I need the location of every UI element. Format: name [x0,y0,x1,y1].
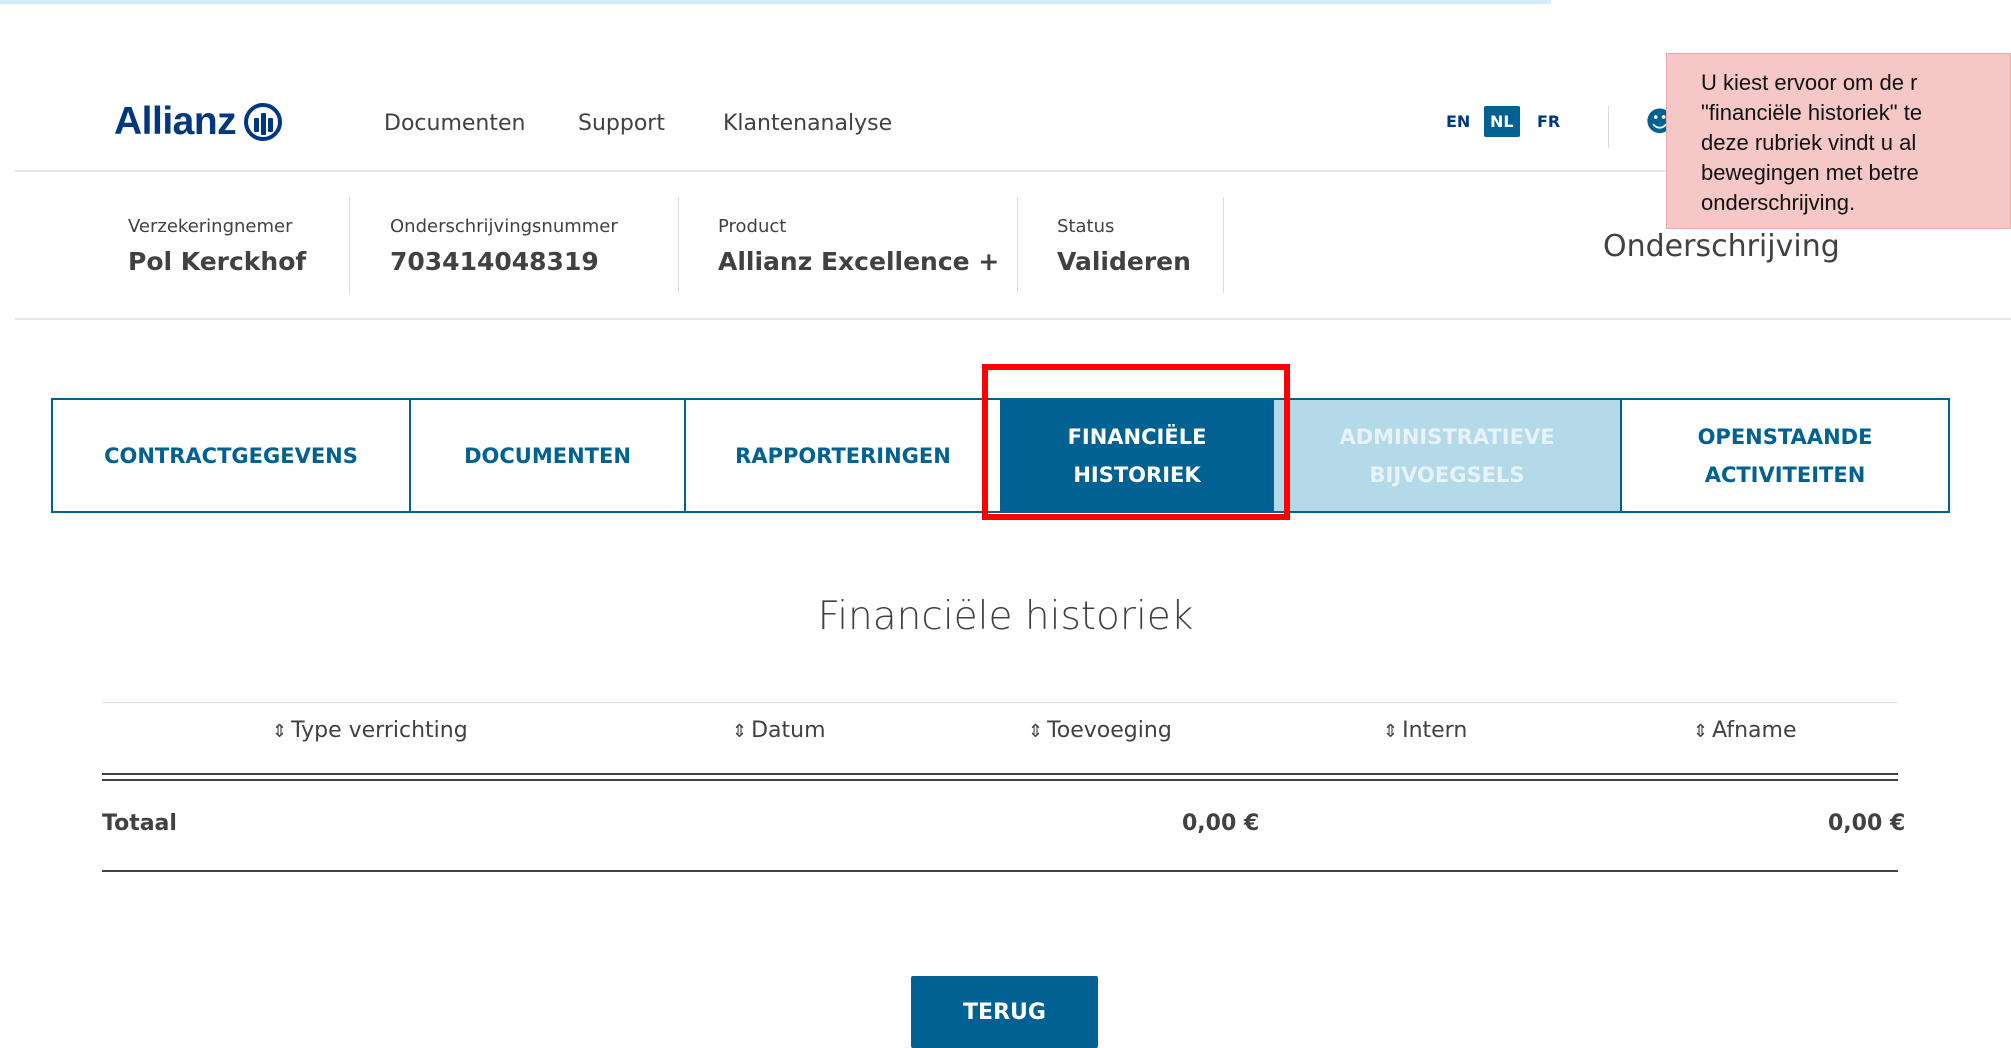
info-divider [678,197,679,293]
lang-nl[interactable]: NL [1484,106,1520,137]
product-label: Product [718,216,787,237]
allianz-logo[interactable]: Allianz [114,100,283,144]
policyholder-label: Verzekeringnemer [128,216,293,237]
status-label: Status [1057,216,1115,237]
table-header-border [102,773,1898,775]
nav-support[interactable]: Support [578,111,665,136]
tab-openstaande-activiteiten[interactable]: OPENSTAANDE ACTIVITEITEN [1622,400,1948,511]
back-button[interactable]: TERUG [911,976,1098,1048]
sort-icon: ⇕ [1383,721,1399,742]
table-header-border [102,779,1898,781]
tab-label: RAPPORTERINGEN [735,443,951,468]
info-divider [1223,197,1224,293]
tab-rapporteringen[interactable]: RAPPORTERINGEN [686,400,1002,511]
info-bottom-divider [15,318,2011,320]
sort-icon: ⇕ [1693,721,1709,742]
column-header-toevoeging[interactable]: ⇕ Toevoeging [1028,718,1172,743]
info-divider [1017,197,1018,293]
nav-documenten[interactable]: Documenten [384,111,525,136]
status-value: Valideren [1057,247,1191,276]
policyholder-value: Pol Kerckhof [128,247,307,276]
section-title: Financiële historiek [817,594,1194,639]
info-divider [349,197,350,293]
sort-icon: ⇕ [1028,721,1044,742]
nav-klantenanalyse[interactable]: Klantenanalyse [723,111,892,136]
column-header-afname[interactable]: ⇕ Afname [1693,718,1797,743]
sort-icon: ⇕ [272,721,288,742]
column-header-type[interactable]: ⇕ Type verrichting [272,718,468,743]
total-toevoeging: 0,00 € [1182,811,1260,836]
top-accent-bar [0,0,1551,4]
table-bottom-border [102,870,1898,872]
tab-label: DOCUMENTEN [464,443,631,468]
number-label: Onderschrijvingsnummer [390,216,618,237]
tab-administratieve-bijvoegsels[interactable]: ADMINISTRATIEVE BIJVOEGSELS [1274,400,1622,511]
sort-icon: ⇕ [732,721,748,742]
tab-contractgegevens[interactable]: CONTRACTGEGEVENS [53,400,411,511]
column-header-datum[interactable]: ⇕ Datum [732,718,826,743]
logo-text: Allianz [114,100,237,143]
total-afname: 0,00 € [1828,811,1906,836]
lang-en[interactable]: EN [1446,112,1470,131]
tab-label: CONTRACTGEGEVENS [104,443,358,468]
tab-label: OPENSTAANDE ACTIVITEITEN [1697,424,1873,487]
total-label: Totaal [102,811,177,836]
tab-documenten[interactable]: DOCUMENTEN [411,400,686,511]
product-value: Allianz Excellence + [718,247,1000,276]
lang-fr[interactable]: FR [1537,112,1560,131]
table-top-border [102,702,1898,703]
column-header-intern[interactable]: ⇕ Intern [1383,718,1467,743]
tab-label: ADMINISTRATIEVE BIJVOEGSELS [1339,424,1555,487]
page-title: Onderschrijving [1603,229,1840,264]
help-tooltip: U kiest ervoor om de r "financiële histo… [1666,53,2011,229]
allianz-eagle-icon [244,103,283,141]
header-divider [1608,106,1609,148]
number-value: 703414048319 [390,247,599,276]
tab-highlight-box [982,364,1290,520]
